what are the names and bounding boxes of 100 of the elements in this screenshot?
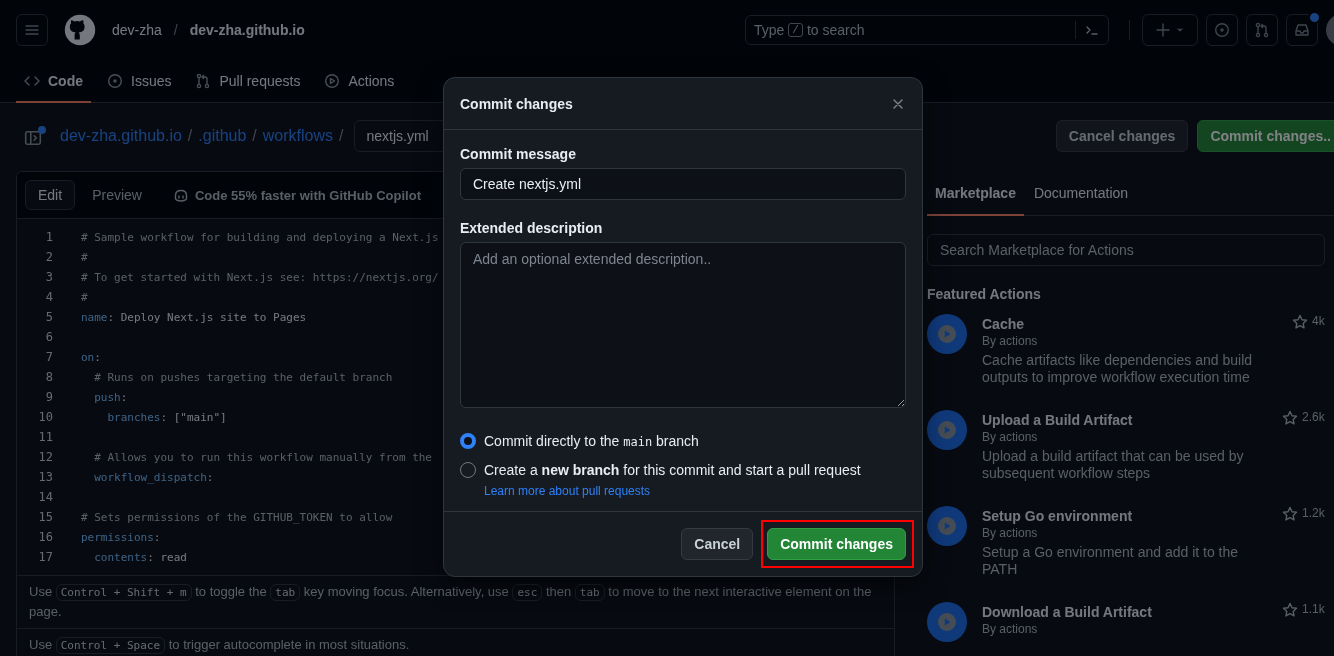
logo-icon[interactable] [64, 14, 96, 46]
section-heading: Featured Actions [927, 286, 1042, 302]
commit-changes-button[interactable]: Commit changes.. [1197, 120, 1334, 152]
pull-request-icon [195, 72, 212, 89]
issue-icon [107, 72, 123, 89]
line-number: 3 [44, 270, 53, 284]
help-text: Use Control + Shift + m to toggle the tab key moving focus. Alternatively, use esc then tab to move to the next interactive element on the page. [29, 583, 873, 621]
dialog-title: Commit changes [460, 95, 573, 112]
panel-tab[interactable]: Documentation [1025, 171, 1137, 216]
description-field[interactable]: Add an optional extended description.. [460, 242, 906, 408]
play-icon [324, 72, 341, 89]
copilot-icon [172, 187, 189, 203]
play-icon[interactable] [927, 314, 967, 354]
path-separator: / [339, 127, 344, 145]
path-separator: / [187, 127, 193, 145]
editor-tab[interactable]: Preview [79, 180, 155, 210]
star-count: 1.2k [1302, 506, 1325, 520]
star-icon [1282, 506, 1298, 522]
copilot-hint[interactable]: Code 55% faster with GitHub Copilot [194, 187, 421, 203]
path-separator: / [252, 127, 257, 145]
code-line: # To get started with Next.js see: https://nextjs.org/ [81, 270, 439, 284]
menu-button[interactable] [16, 14, 48, 46]
commit-message-field[interactable]: Create nextjs.yml [460, 168, 906, 200]
line-number: 2 [44, 250, 53, 264]
repo-tab[interactable]: Code [16, 60, 91, 103]
field-label: Extended description [460, 220, 604, 236]
star-count: 4k [1312, 314, 1325, 328]
line-number: 8 [44, 370, 53, 384]
action-title[interactable]: Upload a Build Artifact [982, 410, 1267, 430]
code-line: workflow_dispatch: [93, 470, 214, 484]
repo-tab[interactable]: Issues [99, 60, 180, 103]
plus-icon [1155, 22, 1171, 38]
line-number: 1 [44, 230, 53, 244]
menu-icon [24, 22, 40, 38]
cancel-button[interactable]: Cancel [681, 528, 754, 560]
line-number: 4 [44, 290, 53, 304]
star-icon [1282, 410, 1298, 426]
repo-tab[interactable]: Actions [316, 60, 403, 103]
code-line: # [81, 290, 88, 304]
star-count: 1.1k [1302, 602, 1325, 616]
inbox-icon [1294, 22, 1310, 38]
star-icon [1282, 602, 1298, 618]
code-line: push: [93, 390, 128, 404]
line-number: 10 [37, 410, 53, 424]
action-description: Setup a Go environment and add it to the PATH [982, 544, 1240, 578]
code-line: # [81, 250, 88, 264]
star-icon [1292, 314, 1308, 330]
caret-icon [1175, 25, 1185, 35]
line-number: 11 [37, 430, 53, 444]
path-separator: / [173, 22, 178, 38]
inbox-button[interactable] [1286, 14, 1318, 46]
star-count: 2.6k [1302, 410, 1325, 424]
action-title[interactable]: Setup Go environment [982, 506, 1267, 526]
code-line: contents: read [93, 550, 187, 564]
cancel-changes-button[interactable]: Cancel changes [1055, 120, 1189, 152]
radio-label[interactable]: Commit directly to the main branch [484, 432, 699, 449]
play-icon[interactable] [927, 602, 967, 642]
line-number: 16 [37, 530, 53, 544]
radio-label[interactable]: Create a new branch for this commit and start a pull request [484, 461, 861, 478]
code-line: name: Deploy Next.js site to Pages [81, 310, 307, 324]
owner-link[interactable]: dev-zha [112, 22, 162, 38]
pull-request-icon [1254, 22, 1270, 38]
create-new-button[interactable] [1142, 14, 1198, 46]
line-number: 7 [44, 350, 53, 364]
action-author: By actions [982, 622, 1039, 636]
line-number: 15 [37, 510, 53, 524]
code-line: on: [81, 350, 101, 364]
line-number: 5 [44, 310, 53, 324]
panel-tab[interactable]: Marketplace [927, 171, 1024, 216]
sidebar-toggle-icon[interactable] [24, 128, 42, 147]
line-number: 12 [37, 450, 53, 464]
status-dot [38, 125, 46, 134]
marketplace-search-field[interactable]: Search Marketplace for Actions [927, 234, 1325, 266]
code-line: branches: ["main"] [106, 410, 227, 424]
commit-button[interactable]: Commit changes [767, 528, 906, 560]
action-title[interactable]: Cache [982, 314, 1277, 334]
help-text: Use Control + Space to trigger autocomplete in most situations. [29, 636, 411, 655]
play-icon[interactable] [927, 410, 967, 450]
pull-requests-button[interactable] [1246, 14, 1278, 46]
code-line: # Sample workflow for building and deploying a Next.js [81, 230, 439, 244]
action-title[interactable]: Download a Build Artifact [982, 602, 1267, 622]
field-label: Commit message [460, 146, 577, 162]
action-description: Upload a build artifact that can be used by subsequent workflow steps [982, 448, 1245, 482]
search-field[interactable]: Type / to search [745, 15, 1109, 45]
action-author: By actions [982, 526, 1039, 540]
line-number: 17 [37, 550, 53, 564]
editor-tab[interactable]: Edit [25, 180, 76, 210]
repo-link[interactable]: dev-zha.github.io [189, 22, 305, 38]
code-line: # Allows you to run this workflow manually from the [93, 450, 432, 464]
learn-more-link[interactable]: Learn more about pull requests [484, 484, 651, 498]
issue-icon [1214, 22, 1230, 38]
code-line: # Sets permissions of the GITHUB_TOKEN to allow [81, 510, 393, 524]
radio-button[interactable] [460, 432, 476, 449]
repo-tab[interactable]: Pull requests [187, 60, 309, 103]
issues-button[interactable] [1206, 14, 1238, 46]
code-line: # Runs on pushes targeting the default branch [93, 370, 393, 384]
action-description: Cache artifacts like dependencies and build outputs to improve workflow execution time [982, 352, 1254, 386]
action-author: By actions [982, 430, 1039, 444]
action-author: By actions [982, 334, 1039, 348]
play-icon[interactable] [927, 506, 967, 546]
